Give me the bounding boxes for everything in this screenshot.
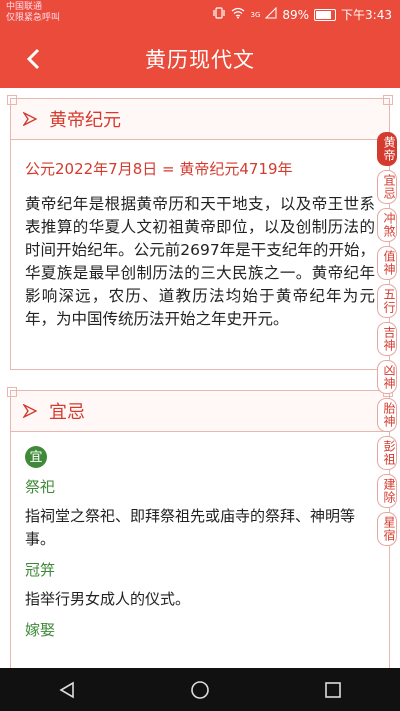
system-nav-bar <box>0 668 400 711</box>
section-title: 宜忌 <box>49 402 85 423</box>
term-name: 嫁娶 <box>25 621 56 639</box>
status-bar: 中国联通 仅限紧急呼叫 3G 89% 下午3:43 <box>0 0 400 30</box>
section-header: 黄帝纪元 <box>7 95 393 140</box>
section-huangdi: 黄帝纪元 公元2022年7月8日 = 黄帝纪元4719年 黄帝纪年是根据黄帝历和… <box>7 95 393 370</box>
side-index-xingxiu[interactable]: 星宿 <box>377 512 397 546</box>
arrow-right-icon <box>23 404 37 418</box>
signal-icon <box>265 6 277 23</box>
signal-3g-label: 3G <box>250 10 261 19</box>
term-name: 冠笄 <box>25 561 56 579</box>
content-scroll[interactable]: 黄帝纪元 公元2022年7月8日 = 黄帝纪元4719年 黄帝纪年是根据黄帝历和… <box>0 88 400 668</box>
vibrate-icon <box>212 6 226 23</box>
status-time: 下午3:43 <box>341 8 392 22</box>
battery-icon <box>314 8 337 21</box>
side-index-pengzu[interactable]: 彭祖 <box>377 436 397 470</box>
side-index-taishen[interactable]: 胎神 <box>377 398 397 432</box>
side-index-wuxing[interactable]: 五行 <box>377 284 397 318</box>
nav-recents-button[interactable] <box>315 672 351 708</box>
carrier-name: 中国联通 <box>6 2 43 12</box>
section-yiji: 宜忌 宜 祭祀 指祠堂之祭祀、即拜祭祖先或庙寺的祭拜、神明等事。 冠笄 指举行男… <box>7 387 393 668</box>
page-title: 黄历现代文 <box>145 48 255 72</box>
carrier-emergency: 仅限紧急呼叫 <box>6 13 61 23</box>
circle-home-icon <box>191 680 209 699</box>
carrier-info: 中国联通 仅限紧急呼叫 <box>6 2 60 24</box>
side-index-yiji[interactable]: 宜忌 <box>377 170 397 204</box>
term-name: 祭祀 <box>25 478 56 496</box>
wifi-icon <box>231 7 245 23</box>
side-index-jishen[interactable]: 吉神 <box>377 322 397 356</box>
era-formula: 公元2022年7月8日 = 黄帝纪元4719年 <box>25 160 293 178</box>
side-index-jianchu[interactable]: 建除 <box>377 474 397 508</box>
side-index-xiongshen[interactable]: 凶神 <box>377 360 397 394</box>
yi-badge: 宜 <box>25 446 47 468</box>
era-description: 黄帝纪年是根据黄帝历和天干地支，以及帝王世系表推算的华夏人文初祖黄帝即位，以及创… <box>25 195 375 328</box>
section-body: 公元2022年7月8日 = 黄帝纪元4719年 黄帝纪年是根据黄帝历和天干地支，… <box>11 140 389 341</box>
status-icons: 3G 89% 下午3:43 <box>212 6 392 23</box>
section-body: 宜 祭祀 指祠堂之祭祀、即拜祭祖先或庙寺的祭拜、神明等事。 冠笄 指举行男女成人… <box>11 432 389 652</box>
triangle-back-icon <box>59 681 74 698</box>
square-recents-icon <box>325 681 342 698</box>
section-title: 黄帝纪元 <box>49 110 121 131</box>
arrow-right-icon <box>23 112 37 126</box>
nav-back-button[interactable] <box>49 672 85 708</box>
nav-home-button[interactable] <box>182 672 218 708</box>
side-index-nav: 黄帝 宜忌 冲煞 值神 五行 吉神 凶神 胎神 彭祖 建除 星宿 <box>377 132 397 546</box>
section-header: 宜忌 <box>7 387 393 432</box>
side-index-zhishen[interactable]: 值神 <box>377 246 397 280</box>
side-index-huangdi[interactable]: 黄帝 <box>377 132 397 166</box>
app-bar: 黄历现代文 <box>0 30 400 88</box>
term-description: 指举行男女成人的仪式。 <box>25 590 191 608</box>
side-index-chongsha[interactable]: 冲煞 <box>377 208 397 242</box>
term-description: 指祠堂之祭祀、即拜祭祖先或庙寺的祭拜、神明等事。 <box>25 507 356 548</box>
battery-percent: 89% <box>282 7 310 22</box>
